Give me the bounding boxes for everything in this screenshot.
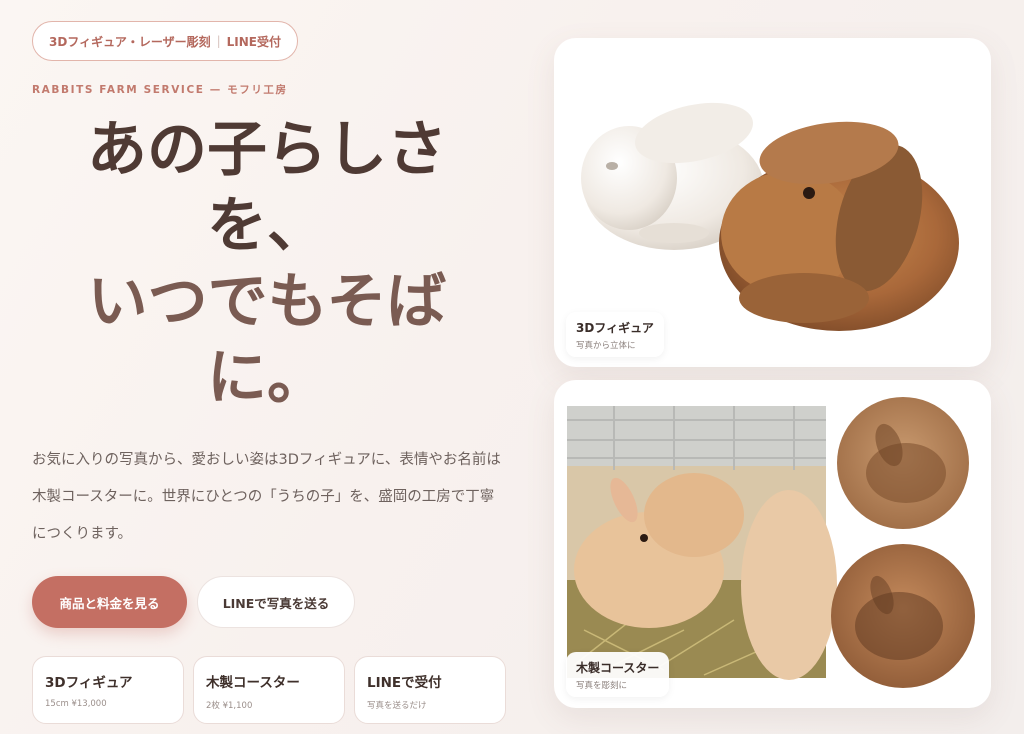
gallery-card-figure[interactable]: 3Dフィギュア 写真から立体に — [554, 38, 991, 367]
view-products-button[interactable]: 商品と料金を見る — [32, 576, 187, 628]
info-card-coaster[interactable]: 木製コースター 2枚 ¥1,100 — [193, 656, 345, 724]
caption-title: 3Dフィギュア — [576, 321, 654, 335]
hero-headline: あの子らしさ を、 いつでもそば に。 — [32, 112, 502, 416]
info-card-title: 3Dフィギュア — [45, 675, 133, 691]
info-card-price: 15cm ¥13,000 — [45, 699, 107, 709]
gallery-card-coaster[interactable]: 木製コースター 写真を彫刻に — [554, 380, 991, 708]
info-card-note: 写真を送るだけ — [367, 701, 427, 711]
badge-label-line: LINE受付 — [226, 34, 281, 49]
hero-description: お気に入りの写真から、愛おしい姿は3Dフィギュアに、表情やお名前は木製コースター… — [32, 452, 501, 542]
badge-label-services: 3Dフィギュア・レーザー彫刻 — [49, 34, 211, 49]
hero-left: 3Dフィギュア・レーザー彫刻 | LINE受付 RABBITS FARM SER… — [32, 0, 512, 734]
caption-sub: 写真から立体に — [576, 341, 636, 351]
coaster-caption: 木製コースター 写真を彫刻に — [566, 652, 670, 697]
brand-kicker: RABBITS FARM SERVICE — モフリ工房 — [32, 84, 288, 96]
caption-sub: 写真を彫刻に — [576, 681, 628, 691]
headline-line-4: に。 — [207, 343, 327, 413]
headline-line-1: あの子らしさ — [87, 115, 447, 185]
headline-line-2: を、 — [207, 191, 327, 261]
send-photo-line-button[interactable]: LINEで写真を送る — [197, 576, 355, 628]
info-card-title: 木製コースター — [206, 675, 300, 691]
info-card-figure[interactable]: 3Dフィギュア 15cm ¥13,000 — [32, 656, 184, 724]
service-badge: 3Dフィギュア・レーザー彫刻 | LINE受付 — [32, 21, 298, 61]
figure-caption: 3Dフィギュア 写真から立体に — [566, 312, 664, 357]
caption-title: 木製コースター — [576, 661, 660, 675]
info-card-price: 2枚 ¥1,100 — [206, 701, 253, 711]
badge-separator: | — [216, 34, 221, 48]
info-card-title: LINEで受付 — [367, 675, 442, 691]
headline-line-3: いつでもそば — [87, 267, 447, 337]
info-card-line[interactable]: LINEで受付 写真を送るだけ — [354, 656, 506, 724]
